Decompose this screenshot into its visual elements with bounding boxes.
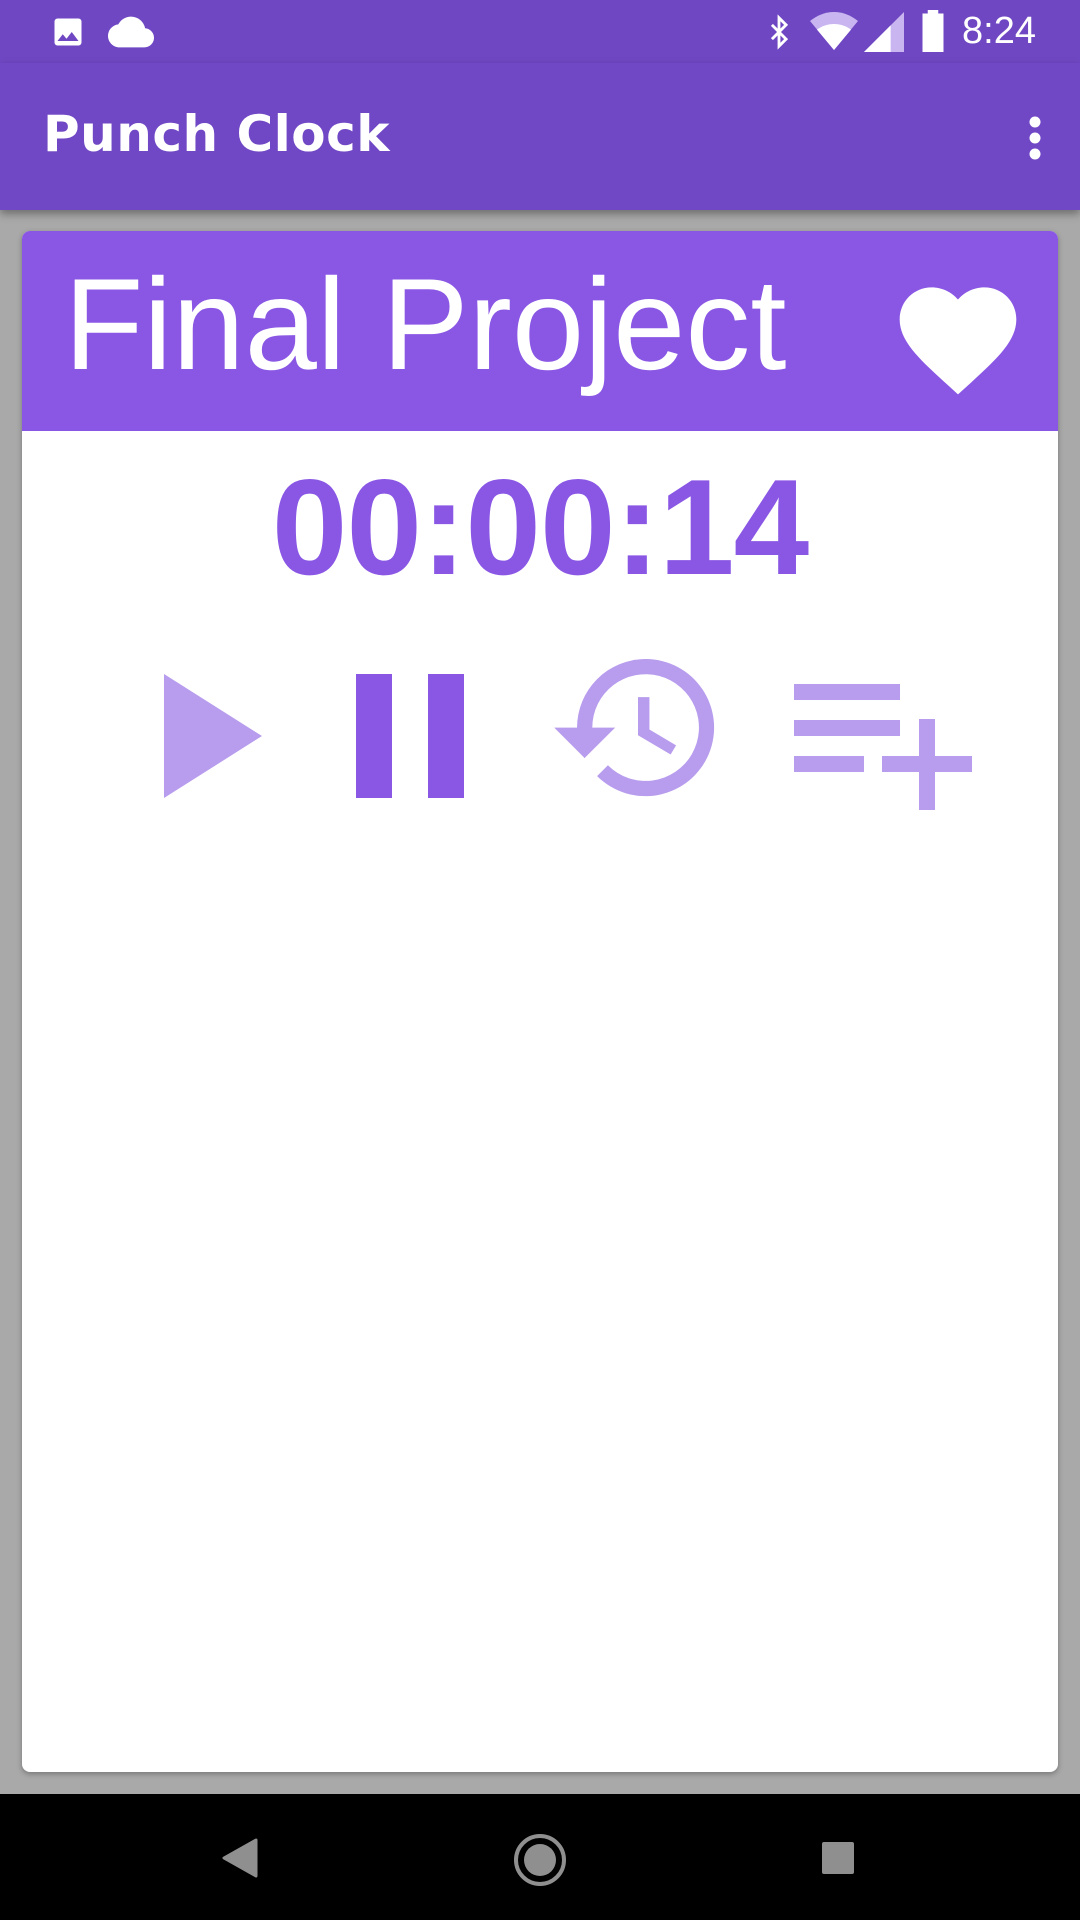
status-bar: 8:24 — [0, 0, 1080, 63]
app-bar: Punch Clock — [0, 63, 1080, 210]
more-vert-icon — [1029, 116, 1041, 160]
project-card: Final Project 00:00:14 — [22, 231, 1058, 1772]
wifi-icon — [810, 12, 858, 50]
app-title: Punch Clock — [43, 105, 391, 163]
navigation-bar — [0, 1794, 1080, 1920]
project-card-header: Final Project — [22, 231, 1058, 431]
home-icon[interactable] — [512, 1832, 568, 1888]
signal-icon — [864, 12, 904, 52]
battery-icon — [922, 10, 944, 52]
history-icon[interactable] — [546, 659, 730, 819]
play-icon[interactable] — [164, 674, 262, 798]
pause-icon[interactable] — [356, 674, 464, 798]
status-time: 8:24 — [962, 10, 1036, 52]
playlist-add-icon[interactable] — [794, 684, 972, 810]
image-icon — [54, 18, 82, 46]
elapsed-timer: 00:00:14 — [271, 451, 809, 603]
screen: 8:24 Punch Clock Final Project 00:00:14 — [0, 0, 1080, 1920]
project-title: Final Project — [64, 251, 787, 397]
heart-icon[interactable] — [888, 269, 1028, 399]
back-icon[interactable] — [222, 1838, 258, 1878]
bluetooth-icon — [770, 14, 789, 50]
overflow-menu-button[interactable] — [990, 93, 1080, 183]
recents-icon[interactable] — [820, 1840, 856, 1876]
cloud-icon — [108, 16, 154, 48]
